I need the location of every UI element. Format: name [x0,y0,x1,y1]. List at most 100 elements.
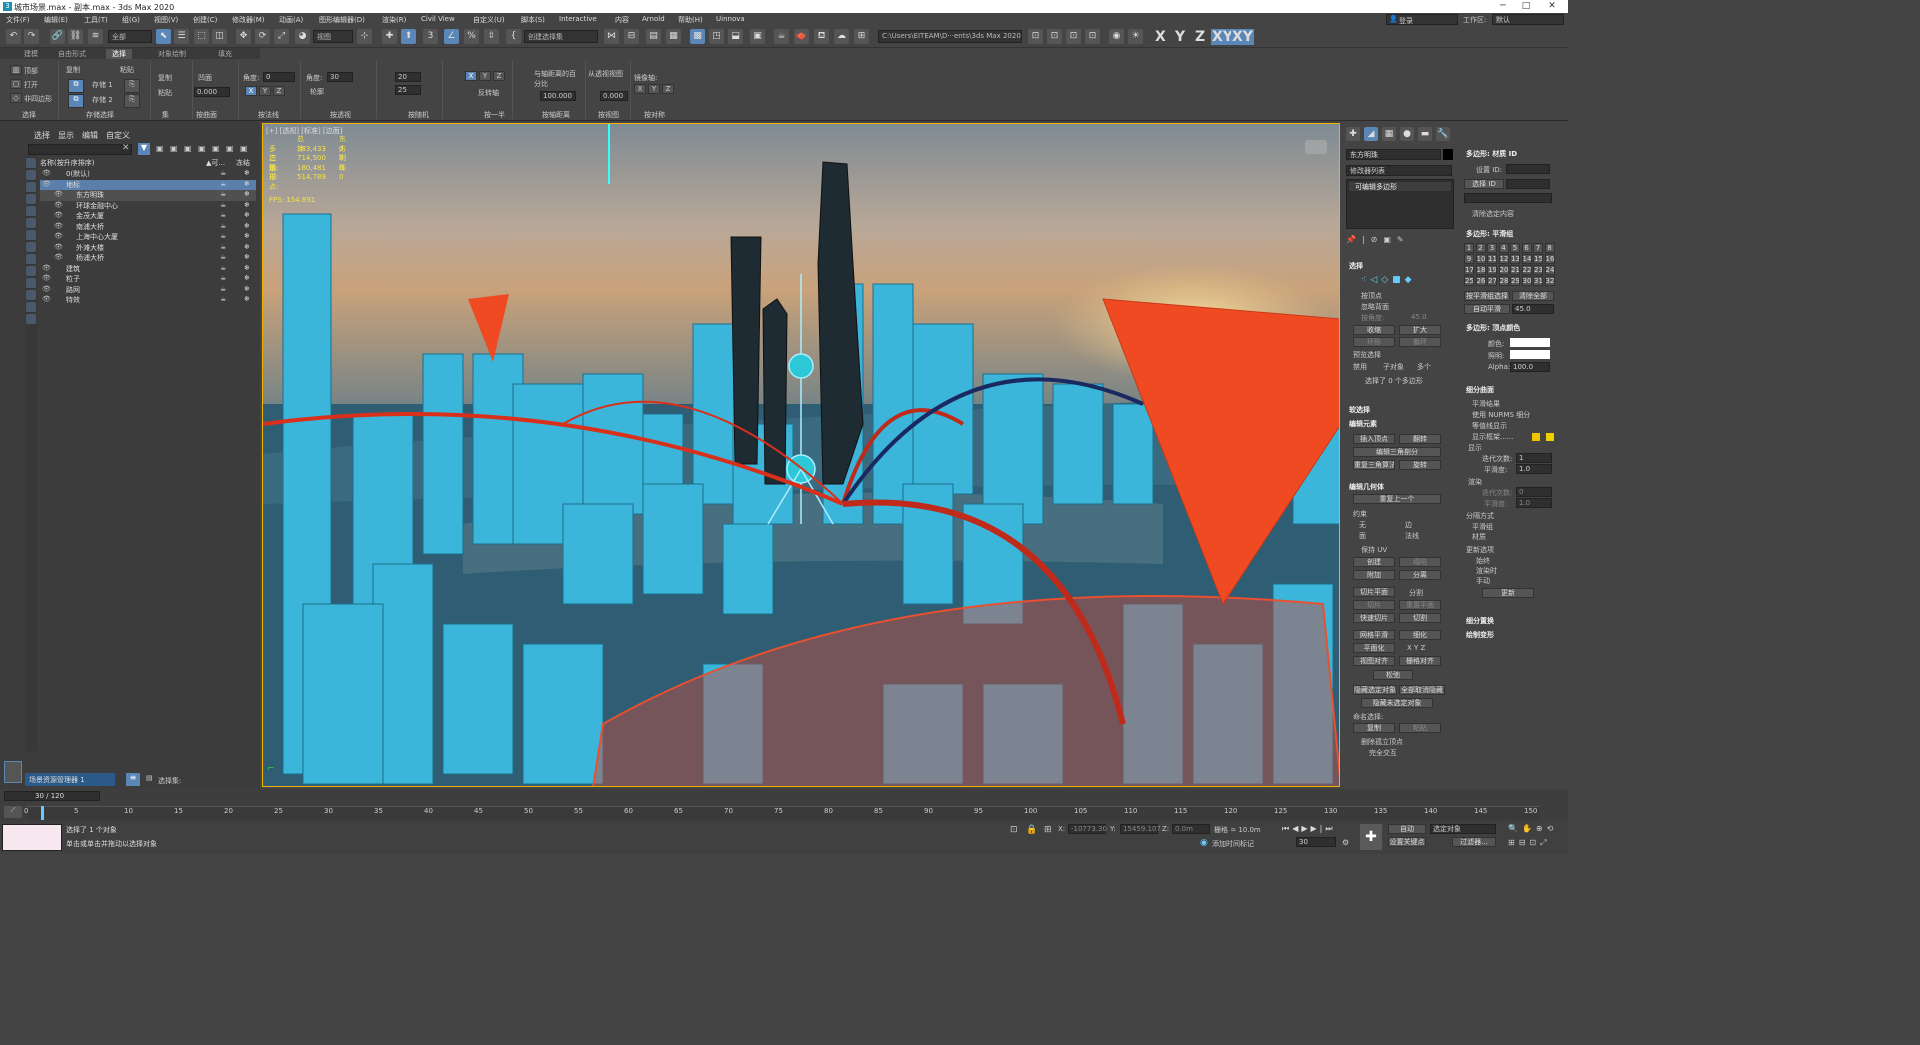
col-visible-header[interactable]: ▲可... [206,158,225,168]
plugin-b-icon[interactable]: ☀ [1128,29,1143,44]
sep-smoothing-check[interactable]: 平滑组 [1472,522,1493,532]
track-bar[interactable]: 0 5 10 15 20 25 30 35 40 45 50 55 60 65 70 75 80 85 90 95 10… [24,806,1540,820]
object-name-input[interactable]: 东方明珠 [1346,149,1441,160]
hide-unselected-button[interactable]: 隐藏未选定对象 [1361,698,1433,708]
explorer-menu-2[interactable]: 编辑 [82,130,98,141]
set-key-button[interactable]: 设置关键点 [1388,837,1426,847]
smoothing-group-button[interactable]: 13 [1510,254,1520,264]
explorer-tool-icon[interactable] [26,206,36,216]
cage-color-2[interactable] [1546,433,1554,441]
project-path[interactable]: C:\Users\EITEAM\D···ents\3ds Max 2020 [878,30,1022,43]
pivot-center-icon[interactable]: ⊹ [357,29,372,44]
render-toggle-icon[interactable]: ☕ [220,243,226,251]
set-paste-label[interactable]: 粘贴 [158,88,172,98]
freeze-toggle-icon[interactable]: ❄ [244,264,250,272]
smoothing-group-button[interactable]: 12 [1498,254,1509,264]
angle2-spinner[interactable]: 30 [327,72,353,82]
smoothing-group-button[interactable]: 15 [1533,254,1543,264]
redo-icon[interactable]: ↷ [24,29,39,44]
ribbon-toggle-icon[interactable]: ▦ [666,29,681,44]
tree-row[interactable]: 👁 地标 ☕ ❄ [40,179,256,190]
explorer-tool-icon[interactable] [26,290,36,300]
smoothing-group-button[interactable]: 26 [1475,276,1486,286]
stack-tools-icons[interactable]: 📌|⊘▣✎ [1346,235,1410,244]
subobject-level-icons[interactable]: ⁖◁◇■◆ [1361,275,1416,285]
freeze-toggle-icon[interactable]: ❄ [244,169,250,177]
render-setup-icon[interactable]: ▣ [750,29,765,44]
smoothing-group-button[interactable]: 7 [1533,243,1543,253]
visibility-eye-icon[interactable]: 👁 [54,253,63,261]
smoothing-group-button[interactable]: 19 [1487,265,1497,275]
axis-xy-alt-button[interactable]: XY [1231,29,1254,45]
rendered-frame-icon[interactable]: ☕ [774,29,789,44]
smoothing-group-button[interactable]: 23 [1533,265,1543,275]
menu-item-6[interactable]: 修改器(M) [232,15,265,25]
menu-item-4[interactable]: 视图(V) [154,15,178,25]
by-angle-spinner[interactable]: 45.0 [1411,313,1427,321]
add-time-tag[interactable]: 添加时间标记 [1212,839,1254,849]
explorer-tool-icon[interactable] [26,230,36,240]
flip-axis-label[interactable]: 反转轴 [478,88,499,98]
selection-rollout-header[interactable]: 选择 [1349,261,1363,271]
delete-isolated-check[interactable]: 删除孤立顶点 [1361,737,1403,747]
tree-row[interactable]: 👁 杨浦大桥 ☕ ❄ [40,253,256,264]
color-swatch[interactable] [1510,338,1550,347]
menu-item-8[interactable]: 图形编辑器(D) [319,15,365,25]
smoothing-group-button[interactable]: 24 [1544,265,1555,275]
render-toggle-icon[interactable]: ☕ [220,253,226,261]
edit-geometry-header[interactable]: 编辑几何体 [1349,482,1384,492]
preserve-uv-check[interactable]: 保持 UV [1361,545,1387,555]
freeze-toggle-icon[interactable]: ❄ [244,190,250,198]
constraint-normal-radio[interactable]: 法线 [1405,531,1419,541]
explorer-tool-icon[interactable] [26,302,36,312]
freeze-toggle-icon[interactable]: ❄ [244,222,250,230]
select-object-icon[interactable]: ⬉ [156,29,171,44]
explorer-tool-icon[interactable] [26,242,36,252]
ribbon-tab-4[interactable]: 填充 [212,49,238,59]
freeze-toggle-icon[interactable]: ❄ [244,232,250,240]
plugin-a-icon[interactable]: ◉ [1109,29,1124,44]
top-icon[interactable]: ▥ [10,65,22,75]
freeze-toggle-icon[interactable]: ❄ [244,211,250,219]
edit-elements-header[interactable]: 编辑元素 [1349,419,1377,429]
scale-icon[interactable]: ⤢ [274,29,289,44]
isolate-icon[interactable]: ⊡ [1010,825,1018,835]
preview-disable-radio[interactable]: 禁用 [1353,362,1367,372]
explorer-tool-icon[interactable] [26,182,36,192]
visibility-eye-icon[interactable]: 👁 [54,222,63,230]
display-iter-spinner[interactable]: 1 [1516,453,1552,463]
object-color-swatch[interactable] [1443,149,1453,160]
smoothing-group-button[interactable]: 11 [1487,254,1497,264]
menu-item-2[interactable]: 工具(T) [84,15,108,25]
smoothing-group-button[interactable]: 5 [1510,243,1520,253]
auto-smooth-spinner[interactable]: 45.0 [1512,304,1554,314]
half-z-button[interactable]: Z [493,71,505,81]
named-paste-button[interactable]: 粘贴 [1399,723,1441,733]
menu-item-1[interactable]: 编辑(E) [44,15,68,25]
smoothing-group-button[interactable]: 27 [1487,276,1497,286]
half-y-button[interactable]: Y [479,71,491,81]
curve-editor-icon[interactable]: ▩ [690,29,705,44]
explorer-toggle-icon[interactable] [4,761,22,783]
set-id-spinner[interactable] [1506,164,1550,174]
store-paste-label[interactable]: 粘贴 [120,65,134,75]
collapse-button[interactable]: 塌陷 [1399,557,1441,567]
half-x-button[interactable]: X [465,71,477,81]
window-crossing-icon[interactable]: ◫ [212,29,227,44]
constraint-face-radio[interactable]: 面 [1359,531,1366,541]
clear-all-button[interactable]: 清除全部 [1512,291,1554,301]
move-icon[interactable]: ✥ [236,29,251,44]
set-key-icon[interactable]: ✚ [1360,824,1382,850]
ribbon-tab-1[interactable]: 自由形式 [52,49,92,59]
update-button[interactable]: 更新 [1482,588,1534,598]
pct-spinner[interactable]: 100.000 [540,91,576,101]
concave-label[interactable]: 凹面 [198,73,212,83]
smoothing-group-button[interactable]: 25 [1464,276,1474,286]
unlink-icon[interactable]: ⛓ [68,29,83,44]
schematic-view-icon[interactable]: ◳ [709,29,724,44]
scene-explorer-tab[interactable]: 场景资源管理器 1 [25,773,115,786]
smoothing-group-button[interactable]: 30 [1521,276,1532,286]
render-toggle-icon[interactable]: ☕ [220,232,226,240]
x-coord-field[interactable]: -10773.30 [1068,824,1107,834]
open-icon[interactable]: ▢ [10,79,22,89]
